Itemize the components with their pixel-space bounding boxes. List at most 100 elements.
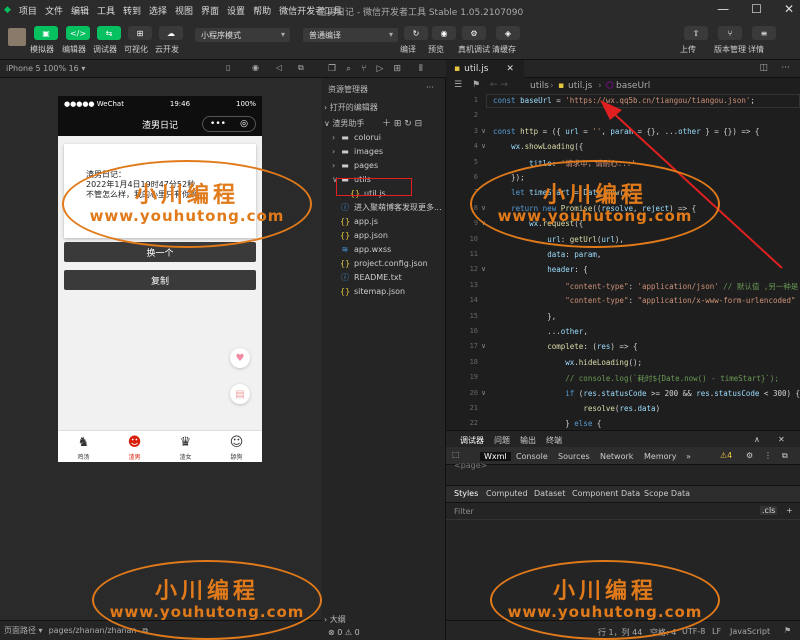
settings-icon[interactable]: ⚙ (746, 451, 753, 460)
toolbar-button-2[interactable]: ⑂ (718, 26, 742, 40)
menu-item[interactable]: 设置 (223, 4, 249, 17)
tree-item[interactable]: › ▬ images (322, 144, 446, 158)
tree-item[interactable]: ⓘ README.txt (322, 270, 446, 284)
tree-item[interactable]: {} app.json (322, 228, 446, 242)
toolbar-button-1[interactable]: ⇧ (684, 26, 708, 40)
styles-subtab[interactable]: Component Data (572, 489, 640, 498)
fold-icon[interactable]: ∨ (481, 219, 486, 227)
avatar[interactable] (8, 28, 26, 46)
tree-item[interactable]: ≋ app.wxss (322, 242, 446, 256)
split-icon[interactable]: ◫ (759, 63, 768, 73)
minimize-button[interactable]: — (717, 2, 729, 16)
eol[interactable]: LF (712, 627, 721, 636)
styles-subtab[interactable]: Styles (454, 489, 478, 498)
toolbar-button-4[interactable]: ◈ (496, 26, 520, 40)
more-icon[interactable]: ··· (426, 83, 434, 92)
menu-item[interactable]: 编辑 (67, 4, 93, 17)
debug-icon[interactable]: ▷ (377, 64, 384, 74)
mode-select[interactable]: 小程序模式 (195, 28, 290, 42)
problems-count[interactable]: ⊗ 0 ⚠ 0 (328, 628, 360, 637)
project-root[interactable]: ∨ 渣男助手 (324, 118, 364, 129)
toolbar-button-2[interactable]: ◉ (432, 26, 456, 40)
crumb-folder[interactable]: utils (530, 81, 549, 91)
tree-item[interactable]: › ▬ pages (322, 158, 446, 172)
close-devtools-icon[interactable]: ✕ (778, 435, 785, 444)
menu-item[interactable]: 帮助 (249, 4, 275, 17)
menu-item[interactable]: 界面 (197, 4, 223, 17)
device-select[interactable]: iPhone 5 100% 16 ▾ (6, 64, 85, 73)
tab-util-js[interactable]: ▪ util.js ✕ (446, 60, 524, 78)
menu-item[interactable]: 选择 (145, 4, 171, 17)
menu-item[interactable]: 项目 (15, 4, 41, 17)
panel-tab[interactable]: Console (516, 452, 548, 461)
dock-icon[interactable]: ⧉ (782, 451, 788, 461)
popout-icon[interactable]: ⧉ (298, 63, 304, 73)
encoding[interactable]: UTF-8 (682, 627, 705, 636)
toolbar-button-1[interactable]: ↻ (404, 26, 428, 40)
styles-subtab[interactable]: Dataset (534, 489, 565, 498)
add-style-button[interactable]: + (786, 506, 793, 515)
toolbar-button-1[interactable]: ▣ (34, 26, 58, 40)
tree-item[interactable]: › ▬ colorui (322, 130, 446, 144)
bookmark-icon[interactable]: ⚑ (472, 80, 480, 90)
devtools-tab[interactable]: 问题 (494, 435, 510, 446)
warning-count[interactable]: ⚠4 (720, 451, 732, 460)
panel-tab[interactable]: Memory (644, 452, 677, 461)
kebab-icon[interactable]: ⋮ (764, 451, 772, 460)
devtools-tab[interactable]: 终端 (546, 435, 562, 446)
filter-input[interactable]: Filter (454, 507, 474, 516)
toolbar-button-3[interactable]: ≡ (752, 26, 776, 40)
cls-button[interactable]: .cls (760, 506, 778, 515)
indent-setting[interactable]: 空格: 4 (650, 627, 676, 638)
tab-item[interactable]: ♛ 渣女 (160, 431, 211, 462)
fold-icon[interactable]: ∨ (481, 342, 486, 350)
panel-tab[interactable]: Wxml (480, 452, 511, 461)
cursor-position[interactable]: 行 1，列 44 (598, 627, 642, 638)
tab-item[interactable]: ☺ 舔狗 (211, 431, 262, 462)
volume-icon[interactable]: ◁ (276, 63, 282, 72)
outline-section[interactable]: › 大纲 (324, 614, 346, 625)
close-target-icon[interactable]: ◎ (240, 119, 248, 129)
editor-more-icon[interactable]: ··· (781, 63, 790, 73)
record-icon[interactable]: ◉ (252, 63, 259, 72)
compile-select[interactable]: 普通编译 (303, 28, 398, 42)
fold-icon[interactable]: ∨ (481, 389, 486, 397)
panel-tab[interactable]: Network (600, 452, 633, 461)
nav-arrows[interactable]: ← → (490, 80, 508, 90)
extensions-icon[interactable]: ⊞ (393, 64, 401, 74)
tab-item[interactable]: ♞ 鸡汤 (58, 431, 109, 462)
capsule-menu[interactable]: ••• ◎ (202, 116, 256, 132)
menu-item[interactable]: 文件 (41, 4, 67, 17)
devtools-tab[interactable]: 输出 (520, 435, 536, 446)
fold-icon[interactable]: ∨ (481, 265, 486, 273)
layout-icon[interactable]: ⫴ (419, 64, 423, 74)
copy-button[interactable]: 复制 (64, 270, 256, 290)
maximize-button[interactable]: ☐ (751, 2, 762, 16)
menu-item[interactable]: 视图 (171, 4, 197, 17)
fold-icon[interactable]: ∨ (481, 204, 486, 212)
panel-tab[interactable]: Sources (558, 452, 590, 461)
copy-path-icon[interactable]: ⧉ (143, 626, 149, 636)
fold-icon[interactable]: ∨ (481, 142, 486, 150)
styles-subtab[interactable]: Scope Data (644, 489, 690, 498)
heart-icon[interactable]: ♥ (230, 348, 250, 368)
list-icon[interactable]: ▤ (230, 384, 250, 404)
tree-item[interactable]: {} sitemap.json (322, 284, 446, 298)
menu-item[interactable]: 转到 (119, 4, 145, 17)
panel-tab[interactable]: » (686, 452, 691, 461)
toolbar-button-3[interactable]: ⇆ (97, 26, 121, 40)
close-tab-icon[interactable]: ✕ (506, 64, 514, 74)
collapse-icon[interactable]: ∧ (754, 435, 760, 444)
devtools-tab[interactable]: 调试器 (460, 435, 484, 446)
tab-item[interactable]: ☻ 渣男 (109, 431, 160, 462)
page-path-label[interactable]: 页面路径 ▾ (4, 625, 43, 636)
toolbar-button-5[interactable]: ☁ (159, 26, 183, 40)
fold-icon[interactable]: ∨ (481, 127, 486, 135)
tree-item[interactable]: {} app.js (322, 214, 446, 228)
back-icon[interactable]: ☰ (454, 80, 462, 90)
toolbar-button-4[interactable]: ⊞ (128, 26, 152, 40)
search-icon[interactable]: ⌕ (346, 64, 351, 74)
phone-icon[interactable]: ▯ (226, 63, 230, 72)
crumb-file[interactable]: util.js (568, 81, 592, 91)
styles-subtab[interactable]: Computed (486, 489, 528, 498)
